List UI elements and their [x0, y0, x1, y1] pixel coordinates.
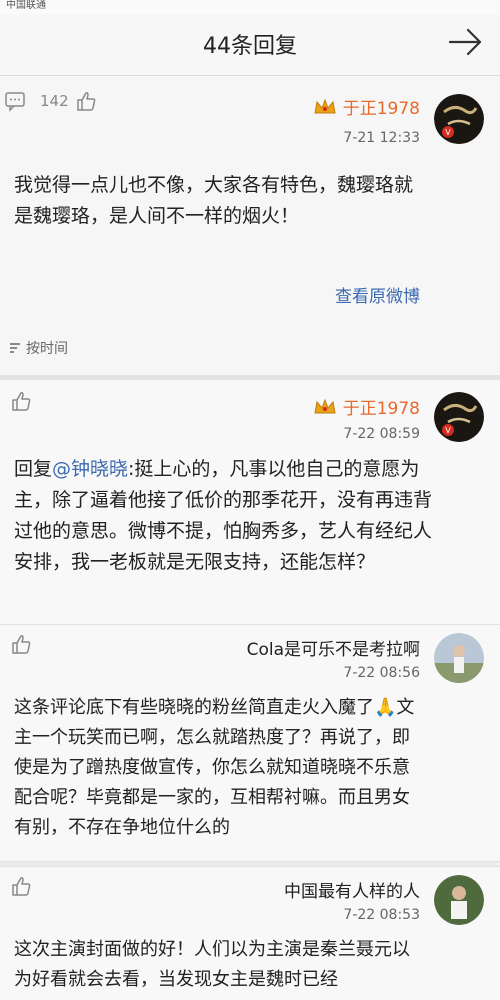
sort-icon — [10, 343, 20, 353]
like-button[interactable]: 142 — [40, 90, 97, 112]
header-bar: 44条回复 — [0, 14, 500, 76]
comment-timestamp: 7-22 08:59 — [343, 426, 420, 442]
thumbs-up-icon — [12, 392, 31, 411]
view-original-link[interactable]: 查看原微博 — [335, 282, 420, 307]
mention-link[interactable]: @钟晓晓 — [52, 458, 128, 480]
thumbs-up-icon — [12, 635, 31, 654]
thumbs-up-icon — [76, 92, 95, 111]
comment-text: 这次主演封面做的好！人们以为主演是秦兰聂元以为好看就会去看，当发现女主是魏时已经 — [14, 939, 410, 990]
comment-feed: V 于正1978 7-21 12:33 142 我觉得一点儿也不像，大家各有特色… — [0, 76, 500, 1000]
sort-by-time-button[interactable]: 按时间 — [8, 338, 68, 358]
crown-icon — [314, 398, 336, 413]
svg-text:V: V — [445, 128, 451, 137]
crown-icon — [314, 98, 336, 113]
like-button[interactable] — [10, 875, 32, 897]
comment-text: 我觉得一点儿也不像，大家各有特色，魏璎珞就是魏璎珞，是人间不一样的烟火！ — [14, 174, 414, 227]
avatar[interactable] — [434, 633, 484, 683]
comment-timestamp: 7-21 12:33 — [343, 130, 420, 146]
page-title: 44条回复 — [203, 34, 297, 59]
avatar[interactable] — [434, 875, 484, 925]
avatar[interactable]: V — [434, 94, 484, 144]
comment-username[interactable]: 于正1978 — [313, 94, 420, 119]
thumbs-up-icon — [12, 877, 31, 896]
comment-username[interactable]: 中国最有人样的人 — [284, 877, 420, 902]
status-bar: 中国联通 — [0, 0, 500, 14]
comment-timestamp: 7-22 08:53 — [343, 907, 420, 923]
comment-text: 回复@钟晓晓:挺上心的，凡事以他自己的意愿为主，除了逼着他接了低价的那季花开，没… — [14, 458, 433, 573]
svg-text:V: V — [445, 426, 451, 435]
like-count: 142 — [40, 92, 69, 110]
comment-username[interactable]: Cola是可乐不是考拉啊 — [247, 635, 420, 660]
avatar[interactable]: V — [434, 392, 484, 442]
comment-card: V 于正1978 7-21 12:33 142 我觉得一点儿也不像，大家各有特色… — [0, 76, 500, 376]
comment-timestamp: 7-22 08:56 — [343, 665, 420, 681]
like-button[interactable] — [10, 390, 32, 412]
comment-text: 这条评论底下有些晓晓的粉丝简直走火入魔了🙏文主一个玩笑而已啊，怎么就踏热度了？再… — [14, 697, 415, 838]
comment-card: 中国最有人样的人 7-22 08:53 这次主演封面做的好！人们以为主演是秦兰聂… — [0, 866, 500, 1000]
comment-card: Cola是可乐不是考拉啊 7-22 08:56 这条评论底下有些晓晓的粉丝简直走… — [0, 624, 500, 862]
back-arrow-icon[interactable] — [446, 22, 486, 62]
carrier-label: 中国联通 — [6, 0, 46, 11]
like-button[interactable] — [10, 633, 32, 655]
comment-username[interactable]: 于正1978 — [313, 394, 420, 419]
comment-icon[interactable] — [4, 90, 26, 112]
